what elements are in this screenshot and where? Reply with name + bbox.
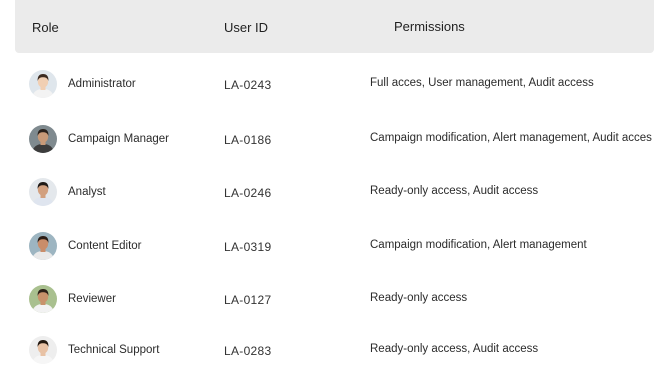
avatar <box>29 285 57 313</box>
user-id-cell: LA-0246 <box>224 186 272 200</box>
user-id-cell: LA-0243 <box>224 78 272 92</box>
role-cell: Technical Support <box>68 344 160 356</box>
column-header-role[interactable]: Role <box>32 20 59 35</box>
column-header-user-id[interactable]: User ID <box>224 20 268 35</box>
table-row[interactable]: Reviewer LA-0127 Ready-only access <box>0 279 671 319</box>
permissions-cell: Ready-only access, Audit access <box>370 343 539 355</box>
table-row[interactable]: Technical Support LA-0283 Ready-only acces… <box>0 330 671 370</box>
table-row[interactable]: Campaign Manager LA-0186 Campaign modifica… <box>0 119 671 159</box>
user-roles-table: Role User ID Permissions Administrator LA… <box>0 0 671 381</box>
table-row[interactable]: Content Editor LA-0319 Campaign modificati… <box>0 226 671 266</box>
column-header-permissions[interactable]: Permissions <box>394 19 465 34</box>
role-cell: Administrator <box>68 78 136 90</box>
permissions-cell: Campaign modification, Alert management,… <box>370 132 652 144</box>
permissions-cell: Ready-only access, Audit access <box>370 185 539 197</box>
permissions-cell: Ready-only access <box>370 292 468 304</box>
avatar <box>29 125 57 153</box>
user-id-cell: LA-0127 <box>224 293 272 307</box>
table-header: Role User ID Permissions <box>15 0 654 53</box>
avatar <box>29 232 57 260</box>
avatar <box>29 178 57 206</box>
permissions-cell: Full acces, User management, Audit acces… <box>370 77 594 89</box>
user-id-cell: LA-0186 <box>224 133 272 147</box>
role-cell: Reviewer <box>68 293 116 305</box>
role-cell: Content Editor <box>68 240 142 252</box>
user-id-cell: LA-0283 <box>224 344 272 358</box>
table-row[interactable]: Analyst LA-0246 Ready-only access, Audit a… <box>0 172 671 212</box>
permissions-cell: Campaign modification, Alert management <box>370 239 587 251</box>
role-cell: Analyst <box>68 186 106 198</box>
table-row[interactable]: Administrator LA-0243 Full acces, User man… <box>0 64 671 104</box>
avatar <box>29 336 57 364</box>
avatar <box>29 70 57 98</box>
user-id-cell: LA-0319 <box>224 240 272 254</box>
role-cell: Campaign Manager <box>68 133 170 145</box>
